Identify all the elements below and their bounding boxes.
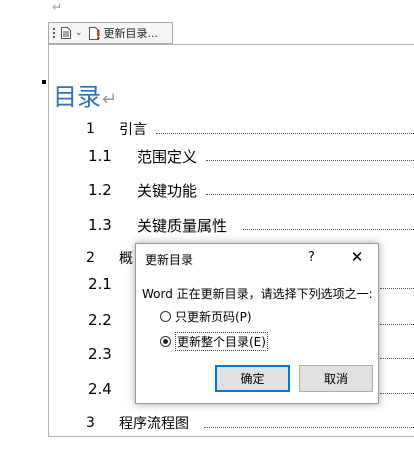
dot-leader bbox=[206, 160, 414, 161]
toc-entry-number: 1 bbox=[86, 121, 95, 137]
close-icon: ✕ bbox=[350, 248, 364, 266]
toc-entry[interactable]: 1.2 关键功能 bbox=[0, 177, 414, 203]
toc-entry-title: 引言 bbox=[119, 122, 147, 138]
toc-content-control-tab[interactable]: ⌄ 更新目录... bbox=[48, 22, 173, 44]
radio-update-entire-table[interactable]: 更新整个目录(E) bbox=[160, 332, 268, 351]
update-table-button[interactable]: 更新目录... bbox=[104, 25, 159, 41]
toc-entry-title: 概 bbox=[119, 251, 133, 267]
paragraph-mark: ↵ bbox=[102, 89, 118, 110]
toc-entry-number: 2.4 bbox=[88, 380, 112, 398]
toc-entry-title: 关键功能 bbox=[137, 181, 198, 200]
toc-entry[interactable]: 3 程序流程图 bbox=[0, 410, 414, 436]
dot-leader bbox=[380, 324, 414, 325]
close-button[interactable]: ✕ bbox=[348, 248, 366, 266]
content-control-border bbox=[48, 436, 414, 437]
paragraph-anchor bbox=[42, 80, 46, 84]
dot-leader bbox=[380, 358, 414, 359]
dialog-prompt: Word 正在更新目录，请选择下列选项之一: bbox=[142, 287, 373, 301]
document-icon[interactable] bbox=[61, 27, 71, 39]
toc-entry-number: 2.3 bbox=[88, 345, 112, 363]
toc-entry-number: 1.1 bbox=[88, 147, 112, 165]
dot-leader bbox=[380, 393, 414, 394]
ok-button[interactable]: 确定 bbox=[215, 365, 290, 392]
toc-entry-number: 2.2 bbox=[88, 311, 112, 329]
dot-leader bbox=[204, 427, 414, 428]
dialog-title: 更新目录 bbox=[145, 253, 194, 267]
dot-leader bbox=[156, 133, 414, 134]
toc-entry-number: 3 bbox=[86, 415, 95, 431]
toc-entry-title: 程序流程图 bbox=[119, 416, 189, 432]
update-table-icon[interactable] bbox=[88, 26, 101, 40]
radio-button-selected[interactable] bbox=[160, 336, 171, 347]
dot-leader bbox=[243, 229, 414, 230]
toc-entry[interactable]: 1 引言 bbox=[0, 116, 414, 142]
toc-entry[interactable]: 1.1 范围定义 bbox=[0, 143, 414, 169]
content-control-border bbox=[48, 44, 414, 45]
toc-entry-number: 1.3 bbox=[88, 216, 112, 234]
toc-entry-title: 范围定义 bbox=[137, 147, 198, 166]
toc-entry[interactable]: 1.3 关键质量属性 bbox=[0, 212, 414, 238]
toc-entry-number: 2.1 bbox=[88, 275, 112, 293]
radio-update-page-numbers[interactable]: 只更新页码(P) bbox=[160, 308, 252, 325]
dot-leader bbox=[380, 288, 414, 289]
toc-heading: 目录↵ bbox=[53, 77, 117, 112]
radio-label[interactable]: 更新整个目录(E) bbox=[175, 332, 268, 351]
help-button[interactable]: ? bbox=[308, 250, 315, 265]
drag-handle[interactable] bbox=[51, 23, 56, 43]
toc-entry-number: 2 bbox=[86, 250, 95, 266]
radio-label[interactable]: 只更新页码(P) bbox=[175, 308, 252, 325]
paragraph-mark: ↵ bbox=[52, 0, 63, 14]
cancel-button[interactable]: 取消 bbox=[299, 365, 373, 392]
toc-heading-text: 目录 bbox=[53, 83, 101, 111]
chevron-down-icon[interactable]: ⌄ bbox=[75, 28, 83, 38]
radio-button[interactable] bbox=[160, 311, 171, 322]
update-toc-dialog: 更新目录 ? ✕ Word 正在更新目录，请选择下列选项之一: 只更新页码(P)… bbox=[135, 243, 379, 404]
toc-entry-number: 1.2 bbox=[88, 181, 112, 199]
dot-leader bbox=[206, 194, 414, 195]
toc-entry-title: 关键质量属性 bbox=[137, 216, 228, 235]
